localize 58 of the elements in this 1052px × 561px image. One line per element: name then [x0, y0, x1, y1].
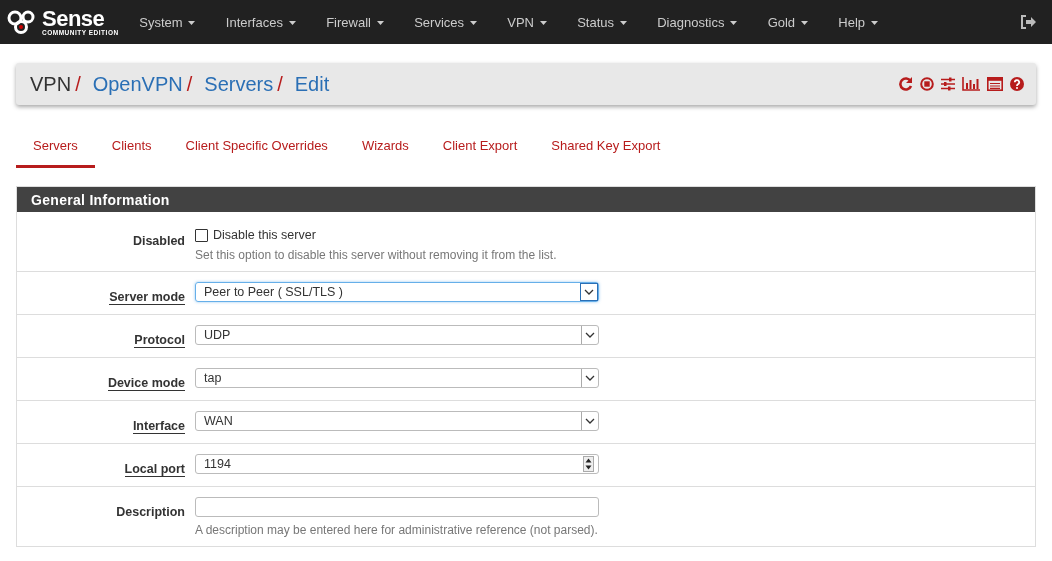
nav-menu[interactable]: Firewall [310, 0, 399, 44]
sliders-icon[interactable] [941, 77, 955, 91]
caret-icon [619, 21, 627, 26]
caret-icon [870, 21, 878, 26]
breadcrumb-separator: / [277, 72, 283, 96]
caret-icon [288, 21, 296, 26]
field-label-link[interactable]: Device mode [107, 376, 185, 391]
breadcrumb-link[interactable]: Edit [294, 72, 330, 96]
help-icon[interactable] [1010, 77, 1024, 91]
nav-menu[interactable]: Services [398, 0, 492, 44]
nav-menu[interactable]: System [124, 0, 211, 44]
select-field[interactable]: tap [195, 368, 599, 388]
tab[interactable]: Wizards [344, 129, 426, 168]
breadcrumb-link[interactable]: OpenVPN [92, 72, 183, 96]
select-field[interactable]: UDP [195, 325, 599, 345]
nav-menu[interactable]: Diagnostics [641, 0, 753, 44]
text-field[interactable] [195, 497, 599, 517]
help-text: Set this option to disable this server without removing it from the list. [195, 248, 558, 262]
nav-menu[interactable]: Help [823, 0, 893, 44]
caret-icon [800, 21, 808, 26]
nav-menu[interactable]: Interfaces [210, 0, 311, 44]
field-label-link[interactable]: Local port [124, 462, 185, 477]
log-icon[interactable] [987, 77, 1003, 91]
caret-icon [730, 21, 738, 26]
field-label: Disabled [132, 234, 185, 248]
panel-header: General Information [17, 187, 1035, 212]
breadcrumb-link[interactable]: Servers [204, 72, 274, 96]
caret-icon [188, 21, 196, 26]
checkbox-label: Disable this server [213, 228, 316, 242]
spinner-icon[interactable] [583, 456, 594, 472]
tab[interactable]: Shared Key Export [534, 129, 678, 168]
nav-menu[interactable]: VPN [491, 0, 562, 44]
tab[interactable]: Client Specific Overrides [168, 129, 345, 168]
breadcrumb-text: VPN [30, 72, 72, 96]
breadcrumb-separator: / [186, 72, 193, 96]
breadcrumb-separator: / [75, 72, 81, 96]
logout-icon[interactable] [1020, 15, 1036, 29]
bar-chart-icon[interactable] [962, 77, 980, 91]
tab[interactable]: Clients [94, 129, 169, 168]
tab[interactable]: Client Export [425, 129, 535, 168]
caret-icon [469, 21, 477, 26]
reload-icon[interactable] [899, 77, 913, 91]
nav-menu[interactable]: Status [561, 0, 642, 44]
field-label-link[interactable]: Interface [132, 419, 185, 434]
stop-icon[interactable] [920, 77, 934, 91]
field-label-link[interactable]: Server mode [109, 290, 185, 305]
caret-icon [376, 21, 384, 26]
field-label-link[interactable]: Protocol [134, 333, 185, 348]
checkbox[interactable] [195, 228, 208, 242]
help-text: A description may be entered here for administrative reference (not parsed). [195, 523, 599, 537]
caret-icon [539, 21, 547, 26]
tab[interactable]: Servers [16, 129, 95, 168]
nav-menu[interactable]: Gold [752, 0, 823, 44]
number-field[interactable]: 1194 [195, 454, 599, 474]
field-label: Description [116, 505, 185, 519]
select-field[interactable]: WAN [195, 411, 599, 431]
brand-name: Sense [42, 7, 105, 30]
select-field[interactable]: Peer to Peer ( SSL/TLS ) [195, 282, 599, 302]
